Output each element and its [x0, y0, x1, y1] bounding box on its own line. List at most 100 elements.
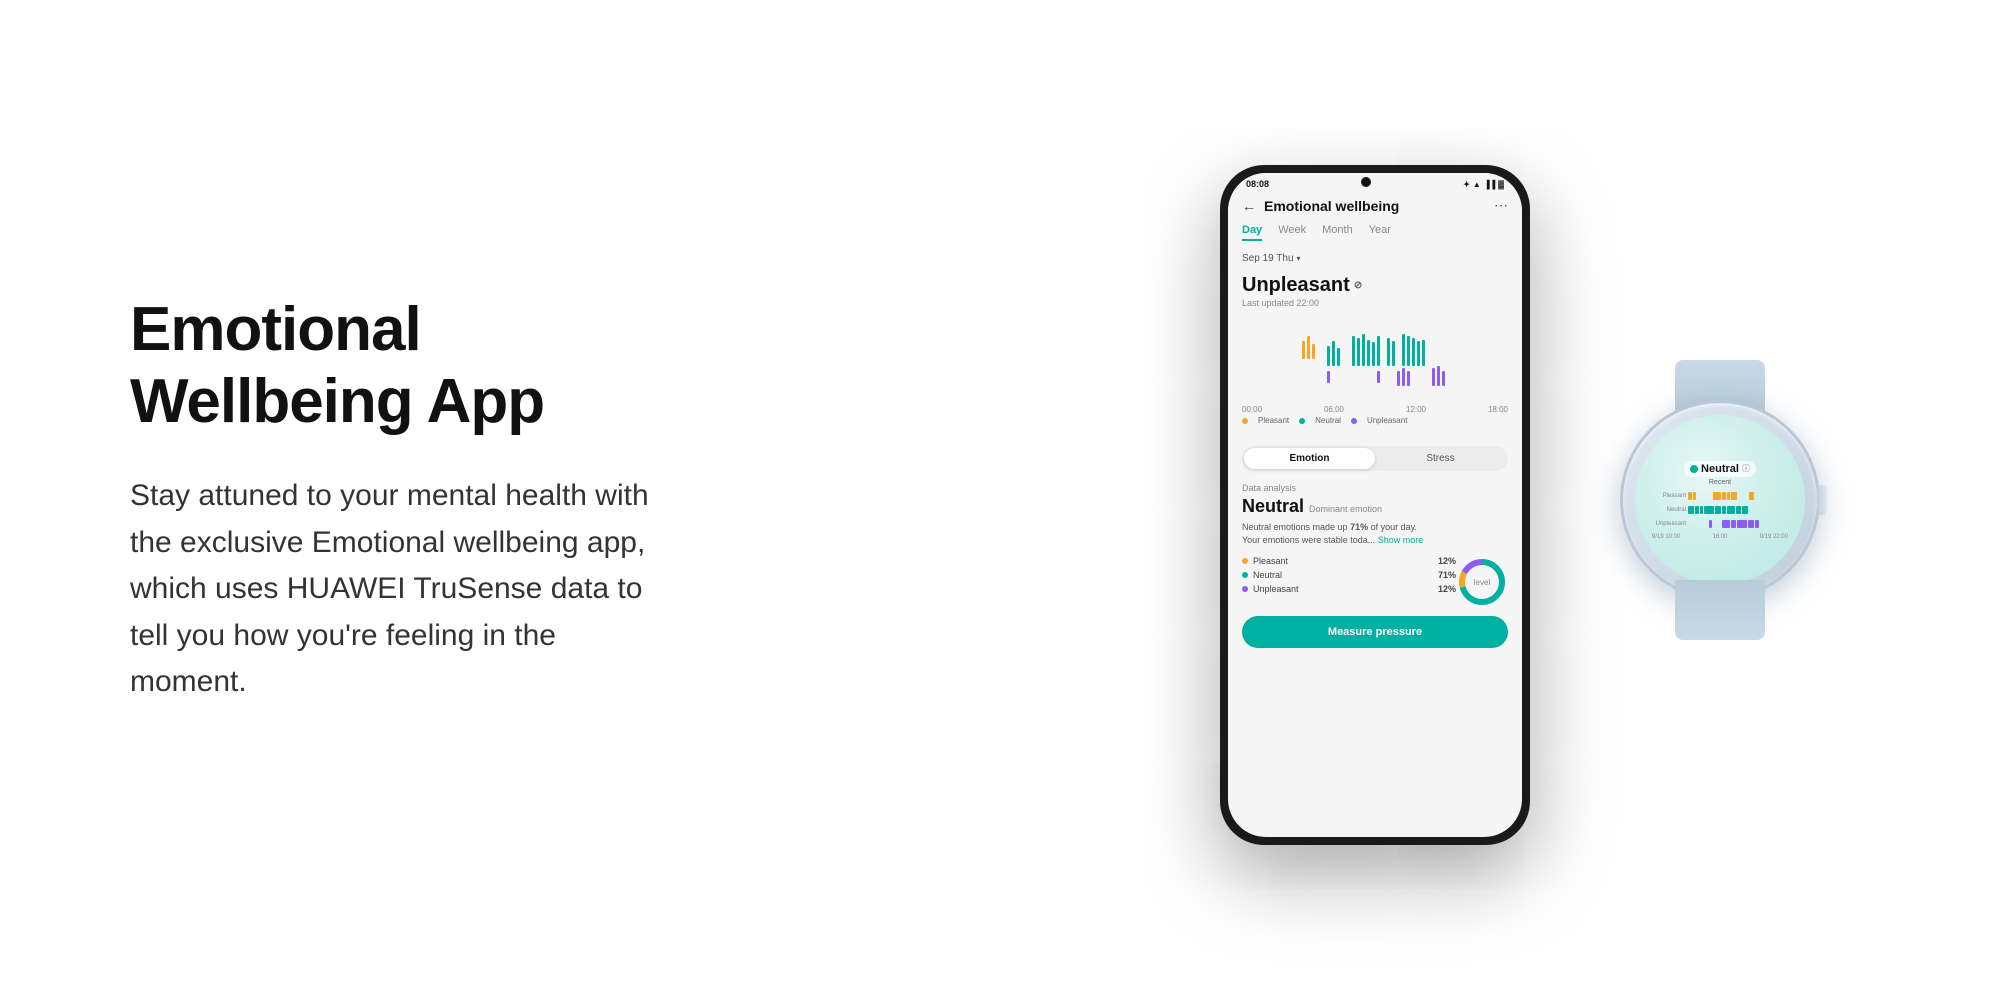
analysis-description: Neutral emotions made up 71% of your day…: [1242, 521, 1508, 546]
watch-time-axis: 9/19 10:00 16:00 9/19 22:00: [1650, 534, 1790, 540]
watch-bar: [1722, 506, 1726, 514]
chart-area: 00:00 06:00 12:00 18:00 Pleasant Neutral: [1228, 310, 1522, 440]
watch-bar: [1709, 520, 1712, 528]
watch-bar: [1749, 492, 1754, 500]
stress-toggle-btn[interactable]: Stress: [1375, 448, 1506, 469]
emotion-updated: Last updated 22:00: [1242, 298, 1508, 308]
neutral-stat-value: 71%: [1438, 570, 1456, 580]
page-container: Emotional Wellbeing App Stay attuned to …: [0, 0, 2000, 1000]
emotion-stress-toggle: Emotion Stress: [1242, 446, 1508, 471]
devices-section: 08:08 ✦ ▲ ▐▐ ▓ ← Emotional wellbeing: [750, 0, 2000, 1000]
left-section: Emotional Wellbeing App Stay attuned to …: [0, 214, 750, 785]
menu-button[interactable]: ⋯: [1494, 197, 1508, 214]
watch-bar: [1693, 492, 1696, 500]
watch-bar: [1755, 520, 1759, 528]
wifi-icon: ▲: [1473, 180, 1481, 189]
back-button[interactable]: ←: [1242, 198, 1256, 214]
donut-label: level: [1474, 578, 1490, 587]
app-header: ← Emotional wellbeing ⋯: [1228, 193, 1522, 220]
pleasant-legend-label: Pleasant: [1258, 416, 1289, 425]
watch-outer: Neutral ⓘ Recent Pleasant: [1600, 360, 1840, 640]
neutral-legend-dot: [1299, 418, 1305, 424]
unpleasant-legend-label: Unpleasant: [1367, 416, 1407, 425]
data-analysis-section: Data analysis Neutral Dominant emotion N…: [1228, 477, 1522, 556]
pleasant-stat-value: 12%: [1438, 556, 1456, 566]
watch-info-icon: ⓘ: [1742, 463, 1750, 474]
watch-unpleasant-row: Unpleasant: [1650, 518, 1790, 530]
watch-neutral-label: Neutral: [1650, 507, 1686, 513]
dominant-emotion-row: Neutral Dominant emotion: [1242, 496, 1508, 517]
watch-bar: [1731, 520, 1736, 528]
watch-neutral-bars: [1688, 506, 1790, 514]
watch-status-text: Neutral: [1701, 463, 1739, 475]
watch-unpleasant-label: Unpleasant: [1650, 521, 1686, 527]
watch-bar: [1727, 492, 1730, 500]
date-row: Sep 19 Thu ▾: [1228, 249, 1522, 270]
dominant-emotion-sub: Dominant emotion: [1309, 504, 1382, 514]
emotion-title: Unpleasant ⊘: [1242, 274, 1508, 297]
measure-pressure-button[interactable]: Measure pressure: [1242, 616, 1508, 648]
watch-bar: [1722, 520, 1730, 528]
tab-day[interactable]: Day: [1242, 224, 1262, 241]
tab-year[interactable]: Year: [1369, 224, 1391, 241]
status-time: 08:08: [1246, 179, 1269, 189]
watch-bar: [1731, 492, 1737, 500]
tab-month[interactable]: Month: [1322, 224, 1353, 241]
watch-recent-label: Recent: [1709, 479, 1731, 486]
stats-row: Pleasant 12% Neutral 71% Unpleasant: [1228, 556, 1522, 608]
status-bar: 08:08 ✦ ▲ ▐▐ ▓: [1228, 173, 1522, 193]
dominant-emotion-name: Neutral: [1242, 496, 1304, 517]
watch-screen: Neutral ⓘ Recent Pleasant: [1635, 415, 1805, 585]
watch-time-end: 9/19 22:00: [1760, 534, 1788, 540]
watch-time-mid: 16:00: [1712, 534, 1727, 540]
unpleasant-stat-dot: [1242, 586, 1248, 592]
stat-items: Pleasant 12% Neutral 71% Unpleasant: [1242, 556, 1456, 598]
watch-crown: [1817, 485, 1827, 515]
watch-bar: [1736, 506, 1741, 514]
neutral-legend-label: Neutral: [1315, 416, 1341, 425]
unpleasant-stat-value: 12%: [1438, 584, 1456, 594]
watch-bar: [1722, 492, 1726, 500]
emotion-status: Unpleasant ⊘ Last updated 22:00: [1228, 270, 1522, 310]
chart-axis: 00:00 06:00 12:00 18:00: [1242, 401, 1508, 416]
watch-status-badge: Neutral ⓘ: [1684, 461, 1756, 477]
watch-pleasant-label: Pleasant: [1650, 493, 1686, 499]
battery-icon: ▓: [1498, 180, 1504, 189]
signal-icon: ▐▐: [1484, 180, 1495, 189]
watch-bar: [1737, 520, 1747, 528]
phone-outer: 08:08 ✦ ▲ ▐▐ ▓ ← Emotional wellbeing: [1220, 165, 1530, 845]
watch-bar: [1713, 492, 1721, 500]
unpleasant-stat-label: Unpleasant: [1253, 584, 1433, 594]
bluetooth-icon: ✦: [1463, 180, 1470, 189]
watch-bar: [1700, 506, 1703, 514]
tabs-row: Day Week Month Year: [1228, 220, 1522, 249]
watch-chart-area: Pleasant: [1650, 490, 1790, 540]
unpleasant-stat: Unpleasant 12%: [1242, 584, 1456, 594]
page-title: Emotional Wellbeing App: [130, 294, 670, 437]
watch-bar: [1704, 506, 1714, 514]
watch-pleasant-bars: [1688, 492, 1790, 500]
pleasant-stat-label: Pleasant: [1253, 556, 1433, 566]
emotion-toggle-btn[interactable]: Emotion: [1244, 448, 1375, 469]
tab-week[interactable]: Week: [1278, 224, 1306, 241]
camera-notch: [1361, 177, 1371, 187]
watch-bar: [1688, 492, 1692, 500]
unpleasant-legend-dot: [1351, 418, 1357, 424]
chart-legend: Pleasant Neutral Unpleasant: [1242, 416, 1508, 425]
neutral-stat-label: Neutral: [1253, 570, 1433, 580]
watch-unpleasant-bars: [1688, 520, 1790, 528]
watch-bar: [1727, 506, 1735, 514]
phone-mockup: 08:08 ✦ ▲ ▐▐ ▓ ← Emotional wellbeing: [1220, 165, 1530, 845]
page-description: Stay attuned to your mental health with …: [130, 473, 670, 706]
app-title: Emotional wellbeing: [1264, 198, 1494, 214]
neutral-stat: Neutral 71%: [1242, 570, 1456, 580]
pleasant-stat: Pleasant 12%: [1242, 556, 1456, 566]
emotion-edit-icon[interactable]: ⊘: [1354, 280, 1362, 291]
pleasant-stat-dot: [1242, 558, 1248, 564]
emotion-value: Unpleasant: [1242, 274, 1350, 297]
date-dropdown-icon[interactable]: ▾: [1297, 254, 1301, 263]
watch-case: Neutral ⓘ Recent Pleasant: [1620, 400, 1820, 600]
show-more-link[interactable]: Show more: [1378, 535, 1424, 545]
emotion-chart: [1242, 316, 1508, 396]
watch-band-bottom: [1675, 580, 1765, 640]
